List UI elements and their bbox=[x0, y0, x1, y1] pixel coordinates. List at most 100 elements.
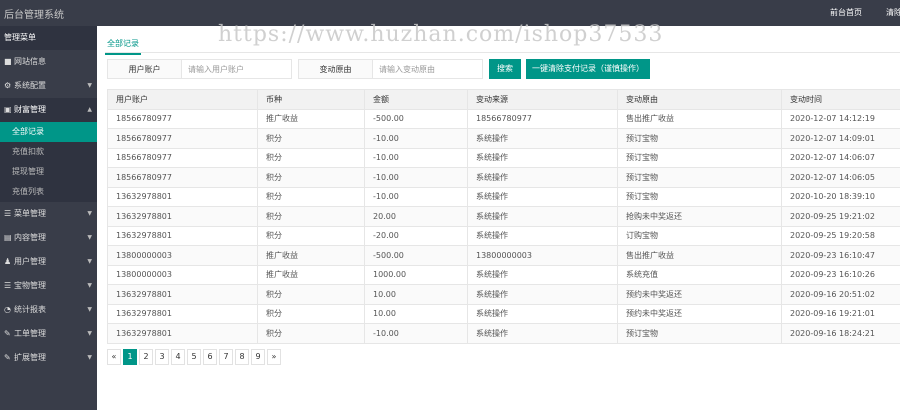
tab-divider bbox=[105, 52, 900, 53]
table-cell: 13800000003 bbox=[467, 245, 618, 266]
table-cell: 18566780977 bbox=[467, 108, 618, 129]
table-cell: 售出推广收益 bbox=[617, 245, 782, 266]
table-cell: 推广收益 bbox=[257, 264, 365, 285]
table-cell: 积分 bbox=[257, 147, 365, 168]
page-button[interactable]: 6 bbox=[203, 349, 217, 365]
pagination: «1 2 3 4 5 6 7 8 9» bbox=[107, 349, 281, 365]
table-body: 18566780977 推广收益 -500.00 18566780977 售出推广收益 2… bbox=[107, 108, 900, 344]
table-cell: -10.00 bbox=[364, 147, 468, 168]
table-cell: 系统操作 bbox=[467, 284, 618, 305]
table-cell: 预约未中奖返还 bbox=[617, 303, 782, 324]
table-cell: 系统充值 bbox=[617, 264, 782, 285]
table-cell: 2020-12-07 14:06:07 bbox=[781, 147, 900, 168]
tab-bar: 全部记录 bbox=[105, 36, 141, 55]
table-cell: 18566780977 bbox=[107, 147, 258, 168]
wallet-icon: ▣ bbox=[4, 105, 12, 114]
column-header: 变动时间 bbox=[781, 89, 900, 110]
table-cell: 售出推广收益 bbox=[617, 108, 782, 129]
table-cell: -10.00 bbox=[364, 186, 468, 207]
table-cell: 10.00 bbox=[364, 303, 468, 324]
sidebar-item-site-info[interactable]: ■ 网站信息 bbox=[0, 50, 97, 74]
prev-page-button[interactable]: « bbox=[107, 349, 121, 365]
main-content: 全部记录 用户账户 变动原由 搜索 一键清除支付记录（谨慎操作） 用户账户币种金… bbox=[97, 26, 900, 410]
clear-cache-link[interactable]: 清除缓存 bbox=[886, 7, 900, 18]
table-cell: -10.00 bbox=[364, 323, 468, 344]
table-cell: 推广收益 bbox=[257, 108, 365, 129]
table-cell: 系统操作 bbox=[467, 147, 618, 168]
table-cell: 系统操作 bbox=[467, 167, 618, 188]
table-cell: -500.00 bbox=[364, 245, 468, 266]
table-cell: 18566780977 bbox=[107, 108, 258, 129]
page-button[interactable]: 8 bbox=[235, 349, 249, 365]
column-header: 变动原由 bbox=[617, 89, 782, 110]
sidebar-item-tickets[interactable]: ✎ 工单管理 ▼ bbox=[0, 322, 97, 346]
sidebar-item-content[interactable]: ▤ 内容管理 ▼ bbox=[0, 226, 97, 250]
treasure-icon: ☰ bbox=[4, 281, 12, 290]
stats-icon: ◔ bbox=[4, 305, 11, 314]
sidebar-item-wealth[interactable]: ▣ 财富管理 ▲ bbox=[0, 98, 97, 122]
chevron-down-icon: ▼ bbox=[87, 210, 92, 217]
table-cell: 预订宝物 bbox=[617, 186, 782, 207]
account-input[interactable] bbox=[182, 59, 292, 79]
chevron-up-icon: ▲ bbox=[87, 106, 92, 113]
table-header-row: 用户账户 币种 金额 变动来源 变动原由 变动时间 bbox=[107, 89, 900, 110]
page-button[interactable]: 7 bbox=[219, 349, 233, 365]
table-cell: 2020-10-20 18:39:10 bbox=[781, 186, 900, 207]
table-cell: 2020-12-07 14:09:01 bbox=[781, 128, 900, 149]
app-title: 后台管理系统 bbox=[4, 10, 64, 21]
search-button[interactable]: 搜索 bbox=[489, 59, 521, 79]
table-cell: 系统操作 bbox=[467, 128, 618, 149]
sidebar-item-extensions[interactable]: ✎ 扩展管理 ▼ bbox=[0, 346, 97, 370]
sidebar-item-treasure[interactable]: ☰ 宝物管理 ▼ bbox=[0, 274, 97, 298]
clear-records-button[interactable]: 一键清除支付记录（谨慎操作） bbox=[526, 59, 650, 79]
page-button[interactable]: 4 bbox=[171, 349, 185, 365]
table-cell: 2020-09-23 16:10:26 bbox=[781, 264, 900, 285]
table-cell: 18566780977 bbox=[107, 128, 258, 149]
table-row: 13632978801 积分 -10.00 系统操作 预订宝物 2020-09-16 18… bbox=[107, 323, 900, 344]
table-cell: 系统操作 bbox=[467, 323, 618, 344]
info-icon: ■ bbox=[4, 57, 12, 66]
page-button[interactable]: 1 bbox=[123, 349, 137, 365]
table-cell: 13800000003 bbox=[107, 264, 258, 285]
sidebar-item-stats[interactable]: ◔ 统计报表 ▼ bbox=[0, 298, 97, 322]
sidebar-item-system-config[interactable]: ⚙ 系统配置 ▼ bbox=[0, 74, 97, 98]
sidebar-subitem-all-records[interactable]: 全部记录 bbox=[0, 122, 97, 142]
front-home-link[interactable]: 前台首页 bbox=[830, 7, 862, 18]
table-cell: -20.00 bbox=[364, 225, 468, 246]
table-cell: 系统操作 bbox=[467, 186, 618, 207]
table-cell: 系统操作 bbox=[467, 264, 618, 285]
list-icon: ☰ bbox=[4, 209, 12, 218]
column-header: 变动来源 bbox=[467, 89, 618, 110]
chevron-down-icon: ▼ bbox=[87, 234, 92, 241]
table-cell: 20.00 bbox=[364, 206, 468, 227]
reason-label: 变动原由 bbox=[298, 59, 373, 79]
records-table: 用户账户 币种 金额 变动来源 变动原由 变动时间 18566780977 推广收益 -500… bbox=[107, 89, 900, 344]
page-button[interactable]: 9 bbox=[251, 349, 265, 365]
table-cell: 订购宝物 bbox=[617, 225, 782, 246]
table-cell: 积分 bbox=[257, 128, 365, 149]
table-row: 13632978801 积分 20.00 系统操作 抢购未中奖返还 2020-09-25 … bbox=[107, 206, 900, 227]
sidebar-item-users[interactable]: ♟ 用户管理 ▼ bbox=[0, 250, 97, 274]
page-button[interactable]: 3 bbox=[155, 349, 169, 365]
table-cell: -10.00 bbox=[364, 128, 468, 149]
table-cell: 预约未中奖返还 bbox=[617, 284, 782, 305]
table-row: 13632978801 积分 10.00 系统操作 预约未中奖返还 2020-09-16 … bbox=[107, 284, 900, 305]
table-row: 13632978801 积分 -10.00 系统操作 预订宝物 2020-10-20 18… bbox=[107, 186, 900, 207]
table-row: 13632978801 积分 10.00 系统操作 预约未中奖返还 2020-09-16 … bbox=[107, 303, 900, 324]
table-cell: 10.00 bbox=[364, 284, 468, 305]
table-cell: 2020-09-16 20:51:02 bbox=[781, 284, 900, 305]
page-button[interactable]: 5 bbox=[187, 349, 201, 365]
sidebar-subitem-recharge-deduct[interactable]: 充值扣款 bbox=[0, 142, 97, 162]
sidebar-subitem-withdraw[interactable]: 提现管理 bbox=[0, 162, 97, 182]
sidebar-item-menu[interactable]: ☰ 菜单管理 ▼ bbox=[0, 202, 97, 226]
table-cell: 13800000003 bbox=[107, 245, 258, 266]
next-page-button[interactable]: » bbox=[267, 349, 281, 365]
page-button[interactable]: 2 bbox=[139, 349, 153, 365]
table-cell: 抢购未中奖返还 bbox=[617, 206, 782, 227]
account-label: 用户账户 bbox=[107, 59, 182, 79]
extension-icon: ✎ bbox=[4, 353, 11, 362]
sidebar-subitem-recharge-list[interactable]: 充值列表 bbox=[0, 182, 97, 202]
reason-input[interactable] bbox=[373, 59, 483, 79]
table-cell: 推广收益 bbox=[257, 245, 365, 266]
top-links: 前台首页 清除缓存 bbox=[830, 7, 900, 18]
